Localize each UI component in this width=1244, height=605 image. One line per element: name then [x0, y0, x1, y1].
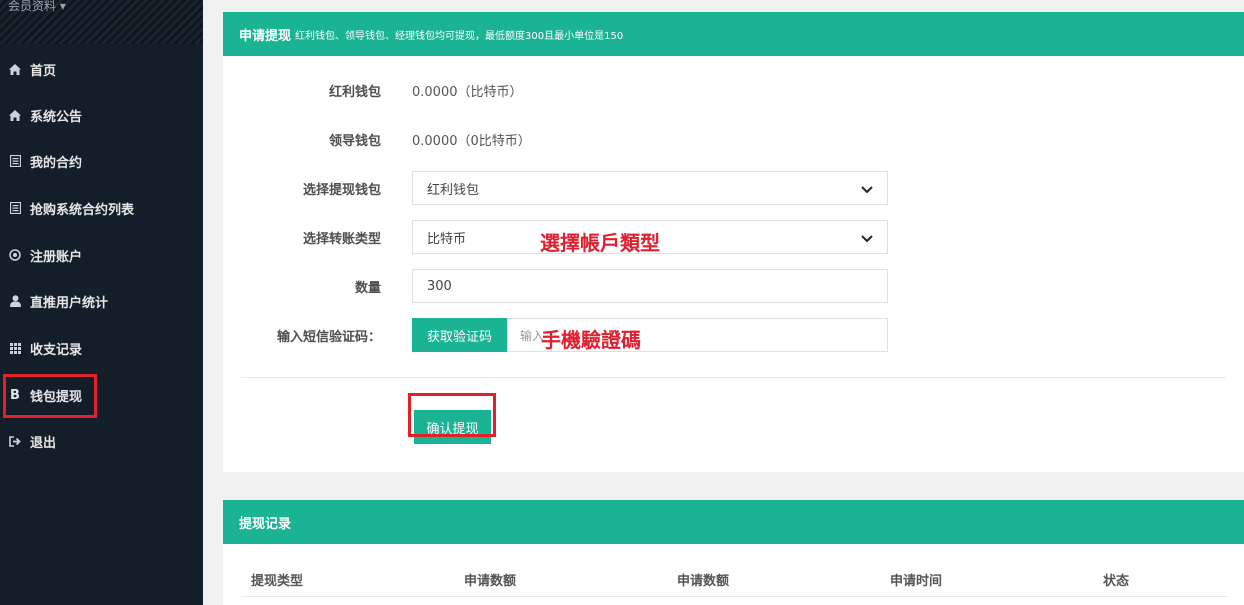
get-sms-code-button[interactable]: 获取验证码 [412, 318, 507, 352]
sidebar: 会员资料 ▾ 首页 系统公告 我的合约 抢购系统合约列表 注册账户 直推用户统计… [0, 0, 203, 605]
highlight-box-sidebar [3, 374, 97, 418]
bonus-wallet-value: 0.0000（比特币） [412, 85, 523, 100]
sidebar-item-announcements[interactable]: 系统公告 [0, 100, 203, 130]
list-icon [8, 155, 22, 167]
sidebar-item-my-contracts[interactable]: 我的合约 [0, 146, 203, 176]
chevron-down-icon [861, 183, 873, 198]
select-wallet-label: 选择提现钱包 [302, 183, 381, 198]
sidebar-profile: 会员资料 ▾ [0, 0, 203, 44]
member-info-dropdown[interactable]: 会员资料 ▾ [8, 0, 66, 14]
column-header-status: 状态 [1103, 574, 1130, 589]
user-icon [8, 295, 22, 307]
amount-label: 数量 [354, 281, 381, 296]
sms-code-label: 输入短信验证码： [276, 330, 381, 345]
form-divider [241, 377, 1226, 378]
sidebar-item-contract-list[interactable]: 抢购系统合约列表 [0, 193, 203, 223]
highlight-box-confirm [408, 393, 496, 437]
records-panel-header: 提现记录 [223, 500, 1244, 544]
table-header-divider [241, 596, 1227, 597]
amount-input[interactable]: 300 [412, 269, 888, 303]
sidebar-item-transactions[interactable]: 收支记录 [0, 333, 203, 363]
sign-out-icon [8, 435, 22, 447]
column-header-amount-2: 申请数额 [677, 574, 730, 589]
column-header-amount: 申请数额 [464, 574, 517, 589]
list-icon [8, 202, 22, 214]
annotation-phone-code: 手機驗證碼 [541, 328, 641, 352]
chevron-down-icon [861, 232, 873, 247]
panel-title: 申请提现 [239, 28, 292, 44]
wallet-select[interactable]: 红利钱包 [412, 171, 888, 205]
sidebar-item-home[interactable]: 首页 [0, 54, 203, 84]
column-header-time: 申请时间 [890, 574, 943, 589]
leader-wallet-value: 0.0000（0比特币） [412, 134, 531, 149]
withdraw-panel-header: 申请提现 红利钱包、领导钱包、经理钱包均可提现，最低额度300且最小单位是150 [223, 12, 1244, 56]
transfer-type-label: 选择转账类型 [302, 232, 381, 247]
sidebar-item-referral-stats[interactable]: 直推用户统计 [0, 286, 203, 316]
grid-icon [8, 342, 22, 354]
sidebar-item-register[interactable]: 注册账户 [0, 240, 203, 270]
home-icon [8, 109, 22, 121]
withdraw-panel: 申请提现 红利钱包、领导钱包、经理钱包均可提现，最低额度300且最小单位是150… [223, 12, 1244, 472]
bonus-wallet-label: 红利钱包 [328, 85, 381, 100]
panel-subtitle: 红利钱包、领导钱包、经理钱包均可提现，最低额度300且最小单位是150 [295, 30, 624, 42]
home-icon [8, 63, 22, 75]
registered-icon [8, 249, 22, 261]
sidebar-item-logout[interactable]: 退出 [0, 426, 203, 456]
leader-wallet-label: 领导钱包 [328, 134, 381, 149]
column-header-type: 提现类型 [251, 574, 304, 589]
records-title: 提现记录 [239, 516, 292, 532]
annotation-account-type: 選擇帳戶類型 [540, 231, 660, 255]
records-panel: 提现记录 [223, 500, 1244, 605]
